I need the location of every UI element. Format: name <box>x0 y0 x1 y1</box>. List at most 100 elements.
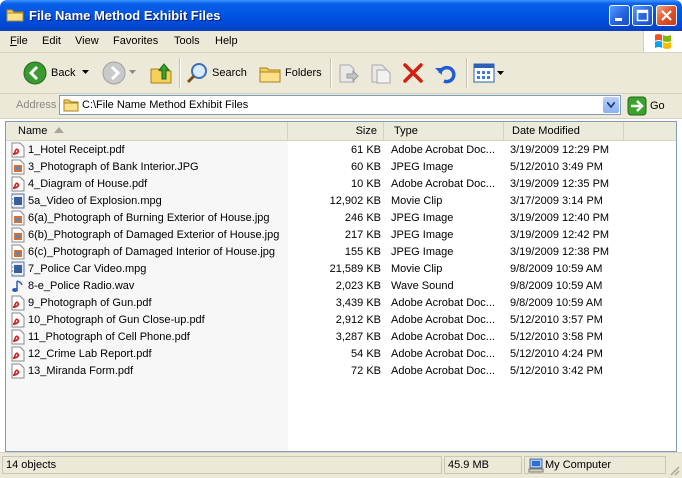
file-row[interactable]: 5a_Video of Explosion.mpg 12,902 KB Movie … <box>6 193 676 210</box>
folders-icon <box>259 67 281 83</box>
menu-file-accel: F <box>10 35 17 47</box>
column-header-row: Name Size Type Date Modified <box>6 122 676 141</box>
file-size: 21,589 KB <box>329 263 381 275</box>
address-bar: Address C:\File Name Method Exhibit File… <box>0 94 682 119</box>
file-date: 5/12/2010 4:24 PM <box>510 348 603 360</box>
file-name: 3_Photograph of Bank Interior.JPG <box>28 161 199 173</box>
menu-help[interactable]: Help <box>215 35 238 47</box>
file-row[interactable]: 3_Photograph of Bank Interior.JPG 60 KB JP… <box>6 159 676 176</box>
column-header-date[interactable]: Date Modified <box>504 122 624 140</box>
menu-favorites[interactable]: Favorites <box>113 35 158 47</box>
address-field[interactable]: C:\File Name Method Exhibit Files <box>59 95 621 115</box>
file-type: Adobe Acrobat Doc... <box>391 348 495 360</box>
file-size: 246 KB <box>344 212 381 224</box>
menu-file[interactable]: File <box>10 35 28 47</box>
file-name: 13_Miranda Form.pdf <box>28 365 134 377</box>
file-size: 3,439 KB <box>335 297 381 309</box>
undo-button[interactable] <box>432 53 460 93</box>
back-button[interactable]: Back <box>20 53 94 93</box>
toolbar-separator <box>179 58 181 88</box>
status-objects: 14 objects <box>6 459 57 471</box>
file-row[interactable]: 9_Photograph of Gun.pdf 3,439 KB Adobe Acr… <box>6 295 676 312</box>
file-date: 5/12/2010 3:49 PM <box>510 161 603 173</box>
file-size: 72 KB <box>351 365 381 377</box>
file-size: 10 KB <box>351 178 381 190</box>
resize-grip-icon[interactable] <box>668 464 680 476</box>
column-header-name[interactable]: Name <box>6 122 288 140</box>
pdf-icon <box>11 346 25 362</box>
status-objects-pane: 14 objects <box>2 456 442 474</box>
undo-icon <box>435 65 456 84</box>
wave-icon <box>11 278 25 294</box>
file-list[interactable]: Name Size Type Date Modified 1_Hotel Rec… <box>5 121 677 452</box>
file-date: 9/8/2009 10:59 AM <box>510 263 603 275</box>
pdf-icon <box>11 295 25 311</box>
file-name: 9_Photograph of Gun.pdf <box>28 297 152 309</box>
back-dropdown-icon[interactable] <box>82 70 89 75</box>
file-row[interactable]: 4_Diagram of House.pdf 10 KB Adobe Acrobat… <box>6 176 676 193</box>
movie-icon <box>11 261 25 277</box>
address-dropdown-button[interactable] <box>603 97 619 113</box>
file-row[interactable]: 12_Crime Lab Report.pdf 54 KB Adobe Acroba… <box>6 346 676 363</box>
minimize-icon <box>615 18 622 21</box>
file-row[interactable]: 6(c)_Photograph of Damaged Interior of H… <box>6 244 676 261</box>
maximize-icon <box>636 9 649 22</box>
file-name: 4_Diagram of House.pdf <box>28 178 148 190</box>
pdf-icon <box>11 363 25 379</box>
up-folder-button[interactable] <box>148 53 174 93</box>
column-name-label: Name <box>18 125 48 137</box>
minimize-button[interactable] <box>609 5 630 26</box>
search-icon <box>186 63 207 84</box>
file-date: 3/17/2009 3:14 PM <box>510 195 603 207</box>
file-row[interactable]: 1_Hotel Receipt.pdf 61 KB Adobe Acrobat Do… <box>6 142 676 159</box>
file-name: 11_Photograph of Cell Phone.pdf <box>28 331 190 343</box>
file-name: 10_Photograph of Gun Close-up.pdf <box>28 314 205 326</box>
file-row[interactable]: 6(b)_Photograph of Damaged Exterior of H… <box>6 227 676 244</box>
search-label: Search <box>212 67 247 79</box>
file-row[interactable]: 7_Police Car Video.mpg 21,589 KB Movie Cli… <box>6 261 676 278</box>
delete-button[interactable] <box>400 53 426 93</box>
file-name: 7_Police Car Video.mpg <box>28 263 147 275</box>
go-label: Go <box>650 100 665 112</box>
file-row[interactable]: 6(a)_Photograph of Burning Exterior of H… <box>6 210 676 227</box>
toolbar-separator <box>330 58 332 88</box>
file-row[interactable]: 13_Miranda Form.pdf 72 KB Adobe Acrobat Do… <box>6 363 676 380</box>
file-size: 61 KB <box>351 144 381 156</box>
file-name: 12_Crime Lab Report.pdf <box>28 348 152 360</box>
file-row[interactable]: 8-e_Police Radio.wav 2,023 KB Wave Sound 9/… <box>6 278 676 295</box>
menu-bar: File Edit View Favorites Tools Help <box>0 31 682 53</box>
forward-dropdown-icon[interactable] <box>129 70 136 75</box>
file-row[interactable]: 11_Photograph of Cell Phone.pdf 3,287 KB A… <box>6 329 676 346</box>
title-bar[interactable]: File Name Method Exhibit Files <box>0 0 682 31</box>
go-button[interactable]: Go <box>627 96 679 116</box>
move-to-button[interactable] <box>336 53 362 93</box>
folders-button[interactable]: Folders <box>256 53 324 93</box>
folder-icon <box>63 99 79 112</box>
file-type: Movie Clip <box>391 195 443 207</box>
views-button[interactable] <box>472 53 506 93</box>
close-button[interactable] <box>656 5 677 26</box>
copy-to-button[interactable] <box>368 53 394 93</box>
column-size-label: Size <box>355 125 377 137</box>
column-header-size[interactable]: Size <box>288 122 384 140</box>
status-location-pane: My Computer <box>524 456 666 474</box>
maximize-button[interactable] <box>632 5 653 26</box>
jpeg-icon <box>11 210 25 226</box>
views-icon <box>473 63 495 83</box>
column-header-type[interactable]: Type <box>384 122 504 140</box>
chevron-down-icon <box>607 102 615 108</box>
menu-tools[interactable]: Tools <box>174 35 200 47</box>
search-button[interactable]: Search <box>184 53 250 93</box>
file-row[interactable]: 10_Photograph of Gun Close-up.pdf 2,912 K… <box>6 312 676 329</box>
file-size: 2,023 KB <box>335 280 381 292</box>
file-type: Adobe Acrobat Doc... <box>391 314 495 326</box>
pdf-icon <box>11 176 25 192</box>
forward-button[interactable] <box>100 53 136 93</box>
file-date: 3/19/2009 12:42 PM <box>510 229 610 241</box>
menu-view[interactable]: View <box>75 35 99 47</box>
menu-edit[interactable]: Edit <box>42 35 61 47</box>
status-size: 45.9 MB <box>448 459 489 471</box>
file-name: 6(a)_Photograph of Burning Exterior of H… <box>28 212 270 224</box>
go-arrow-icon <box>627 96 647 116</box>
move-to-icon <box>339 64 359 83</box>
